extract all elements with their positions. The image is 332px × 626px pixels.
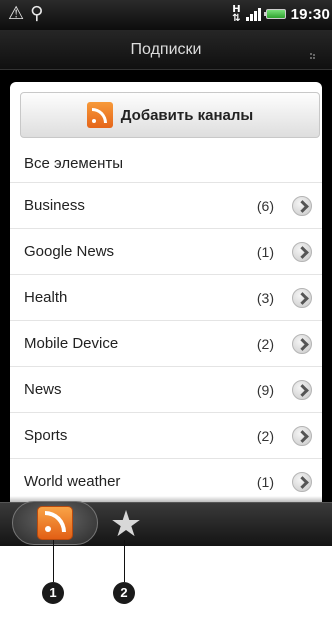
- chevron-right-icon[interactable]: [292, 288, 312, 308]
- callout-marker-2: 2: [113, 582, 135, 604]
- signal-strength-icon: [245, 7, 261, 21]
- chevron-right-icon[interactable]: [292, 242, 312, 262]
- feed-name: News: [24, 381, 62, 398]
- star-icon: ★: [109, 504, 143, 545]
- feed-row[interactable]: Health (3): [10, 274, 322, 320]
- add-channels-label: Добавить каналы: [120, 106, 254, 124]
- rss-icon: [86, 102, 113, 128]
- feed-list: Business (6) Google News (1) Health (3) Mobile…: [10, 182, 322, 502]
- feed-name: Mobile Device: [24, 335, 119, 352]
- feed-name: Business: [24, 197, 85, 214]
- data-activity-icon: H ⇅: [232, 4, 241, 24]
- feed-count: (3): [256, 290, 274, 306]
- callout-marker-1: 1: [42, 582, 64, 604]
- feed-row[interactable]: Mobile Device (2): [10, 320, 322, 366]
- all-items-link[interactable]: Все элементы: [24, 146, 123, 182]
- add-channels-button[interactable]: Добавить каналы: [20, 92, 320, 138]
- tab-starred[interactable]: ★: [106, 505, 146, 545]
- chevron-right-icon[interactable]: [292, 472, 312, 492]
- feed-count: (2): [256, 336, 274, 352]
- chevron-right-icon[interactable]: [292, 334, 312, 354]
- feed-row[interactable]: Google News (1): [10, 228, 322, 274]
- feed-count: (9): [256, 382, 274, 398]
- page-title: Подписки: [130, 41, 202, 58]
- subscriptions-panel: Добавить каналы Все элементы Business (6)…: [10, 82, 322, 502]
- status-bar: ⚠ ⚲ H ⇅ 19:30: [0, 0, 332, 30]
- rss-icon: [37, 506, 73, 540]
- bottom-tab-bar: ★: [0, 501, 332, 546]
- feed-row[interactable]: Business (6): [10, 182, 322, 228]
- feed-name: Google News: [24, 243, 115, 260]
- feed-row[interactable]: Sports (2): [10, 412, 322, 458]
- feed-count: (1): [256, 244, 274, 260]
- callout-line-1: [53, 540, 54, 582]
- phone-screen: ⚠ ⚲ H ⇅ 19:30 Подписки Добавить каналы Вс…: [0, 0, 332, 546]
- chevron-right-icon[interactable]: [292, 380, 312, 400]
- feed-name: Health: [24, 289, 68, 306]
- feed-count: (2): [256, 428, 274, 444]
- callout-line-2: [124, 540, 125, 582]
- title-bar: Подписки: [0, 30, 332, 70]
- status-clock: 19:30: [290, 5, 330, 23]
- chevron-right-icon[interactable]: [292, 426, 312, 446]
- battery-icon: [263, 9, 286, 19]
- feed-name: Sports: [24, 427, 68, 444]
- feed-row[interactable]: News (9): [10, 366, 322, 412]
- warning-triangle-icon: ⚠: [8, 3, 25, 24]
- resize-grip-icon: [310, 53, 318, 61]
- tab-subscriptions[interactable]: [12, 501, 98, 545]
- feed-count: (6): [256, 198, 274, 214]
- chevron-right-icon[interactable]: [292, 196, 312, 216]
- usb-icon: ⚲: [30, 3, 44, 24]
